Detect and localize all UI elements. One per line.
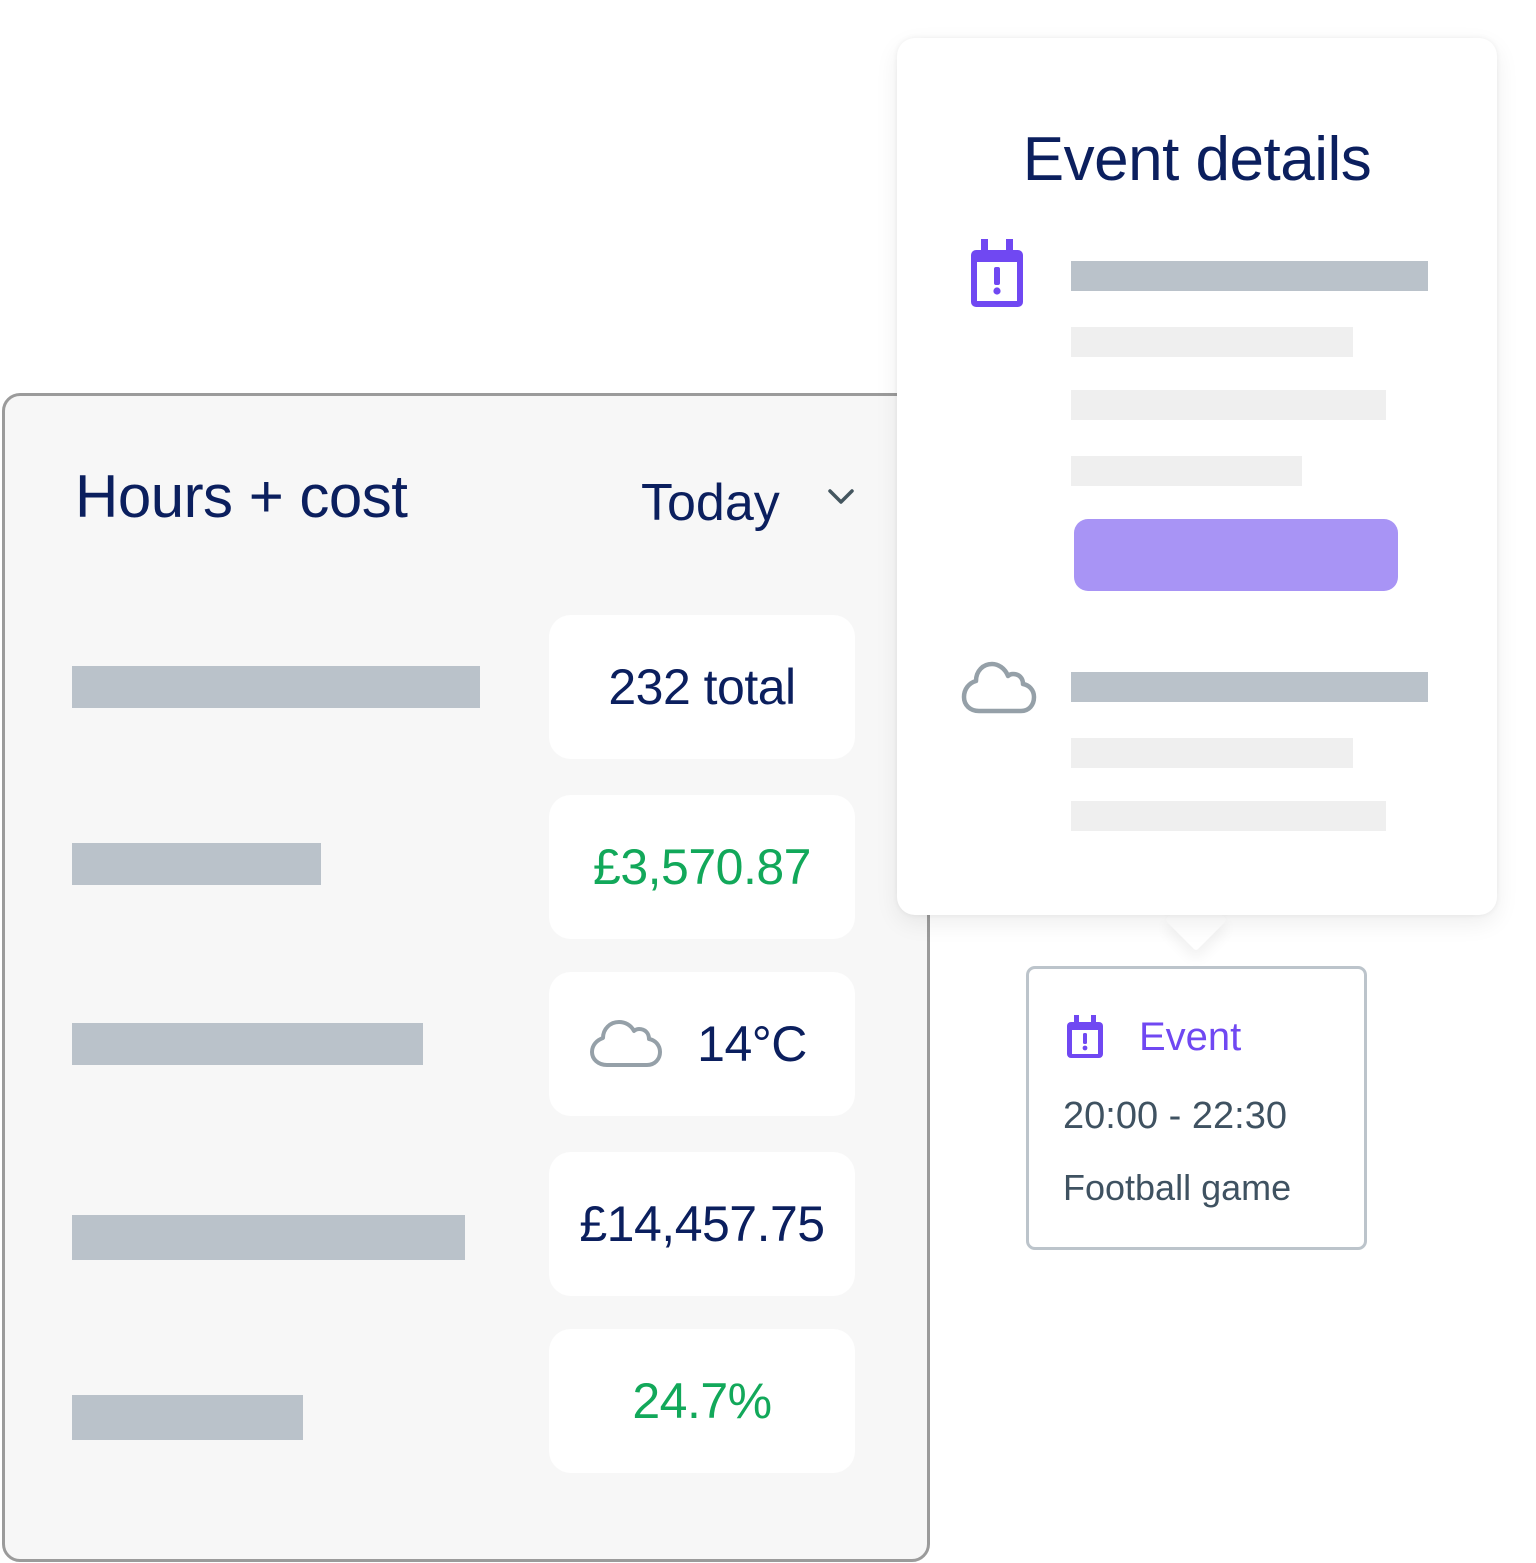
calendar-alert-icon [1067,1015,1103,1058]
total-hours-value: 232 total [549,615,855,759]
row-label-placeholder [72,666,480,708]
popup-title: Event details [1022,125,1372,194]
cloud-icon [590,1020,663,1067]
row-label-placeholder [72,1395,303,1440]
card-title: Hours + cost [75,463,408,530]
event-title-placeholder [1071,261,1428,291]
event-detail-placeholder [1071,456,1302,486]
event-name: Football game [1063,1167,1292,1208]
weather-detail-placeholder [1071,801,1386,831]
cloud-icon [961,661,1037,714]
weather-value: 14°C [549,972,855,1116]
row-label-placeholder [72,1215,465,1260]
event-details-popup: Event details [897,38,1497,915]
row-label-placeholder [72,1023,423,1065]
cost-value: £3,570.87 [549,795,855,939]
chevron-down-icon [828,489,854,504]
weather-detail-placeholder [1071,738,1353,768]
hours-cost-card: Hours + cost Today 232 total £3,570.87 1… [2,393,930,1562]
event-card[interactable]: Event 20:00 - 22:30 Football game [1026,966,1367,1250]
total-cost-value: £14,457.75 [549,1152,855,1296]
row-label-placeholder [72,843,321,885]
value-text: 232 total [608,659,796,715]
calendar-alert-icon [971,239,1023,307]
value-text: 24.7% [632,1373,772,1429]
value-text: £3,570.87 [593,839,811,895]
popup-action-button[interactable] [1074,519,1398,591]
event-detail-placeholder [1071,327,1353,357]
weather-title-placeholder [1071,672,1428,702]
event-type-label: Event [1139,1015,1242,1059]
event-time: 20:00 - 22:30 [1063,1095,1287,1137]
value-text: £14,457.75 [579,1196,825,1252]
percentage-value: 24.7% [549,1329,855,1473]
period-selected-value: Today [641,474,780,532]
value-text: 14°C [697,1016,807,1072]
event-detail-placeholder [1071,390,1386,420]
event-header: Event [1065,1013,1241,1061]
period-dropdown[interactable]: Today [641,471,856,535]
